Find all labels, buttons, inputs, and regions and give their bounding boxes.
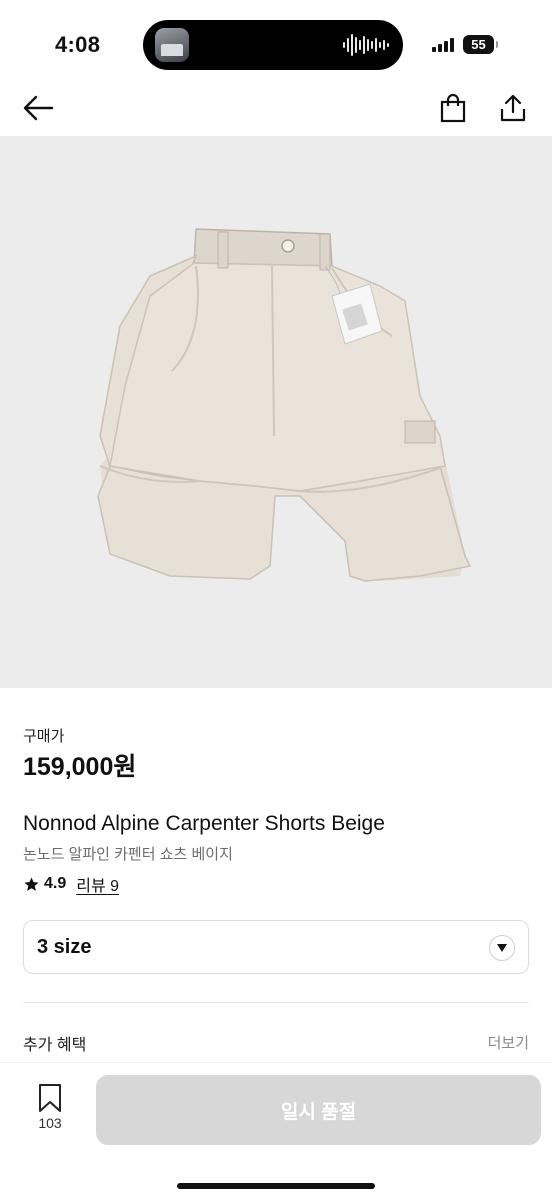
audio-waveform-icon bbox=[343, 32, 389, 58]
price-value: 159,000원 bbox=[23, 753, 137, 781]
shorts-illustration bbox=[97, 228, 472, 582]
shopping-bag-button[interactable] bbox=[435, 90, 471, 126]
soldout-button[interactable]: 일시 품절 bbox=[96, 1075, 541, 1145]
share-button[interactable] bbox=[495, 90, 531, 126]
back-button[interactable] bbox=[20, 90, 56, 126]
price-label: 구매가 bbox=[23, 728, 65, 745]
star-icon bbox=[24, 876, 39, 891]
wishlist-count: 103 bbox=[38, 1115, 62, 1131]
product-image[interactable] bbox=[0, 136, 552, 688]
share-icon bbox=[500, 94, 526, 122]
status-bar: 4:08 55 bbox=[0, 0, 552, 90]
arrow-left-icon bbox=[23, 95, 54, 121]
product-name-en: Nonnod Alpine Carpenter Shorts Beige bbox=[23, 812, 385, 835]
status-time: 4:08 bbox=[55, 32, 101, 57]
now-playing-thumbnail bbox=[155, 28, 189, 62]
benefit-title: 추가 혜택 bbox=[23, 1037, 87, 1054]
cellular-signal-icon bbox=[432, 38, 454, 52]
size-select[interactable]: 3 size bbox=[23, 920, 529, 974]
rating-value: 4.9 bbox=[44, 875, 67, 892]
home-indicator bbox=[177, 1183, 375, 1189]
shopping-bag-icon bbox=[440, 93, 466, 123]
benefit-more-link[interactable]: 더보기 bbox=[488, 1032, 529, 1053]
battery-icon: 55 bbox=[463, 35, 498, 54]
rating-row: 4.9 리뷰 9 bbox=[23, 873, 119, 895]
divider bbox=[23, 1002, 529, 1003]
chevron-down-icon bbox=[489, 935, 515, 961]
wishlist-button[interactable]: 103 bbox=[28, 1083, 72, 1139]
battery-level: 55 bbox=[471, 37, 486, 52]
size-select-value: 3 size bbox=[37, 936, 92, 958]
dynamic-island bbox=[143, 20, 403, 70]
bookmark-icon bbox=[39, 1084, 61, 1112]
product-name-ko: 논노드 알파인 카펜터 쇼츠 베이지 bbox=[23, 846, 233, 863]
nav-bar bbox=[0, 80, 552, 136]
bottom-action-bar: 103 일시 품절 bbox=[0, 1062, 552, 1200]
review-link[interactable]: 리뷰 9 bbox=[76, 872, 119, 896]
